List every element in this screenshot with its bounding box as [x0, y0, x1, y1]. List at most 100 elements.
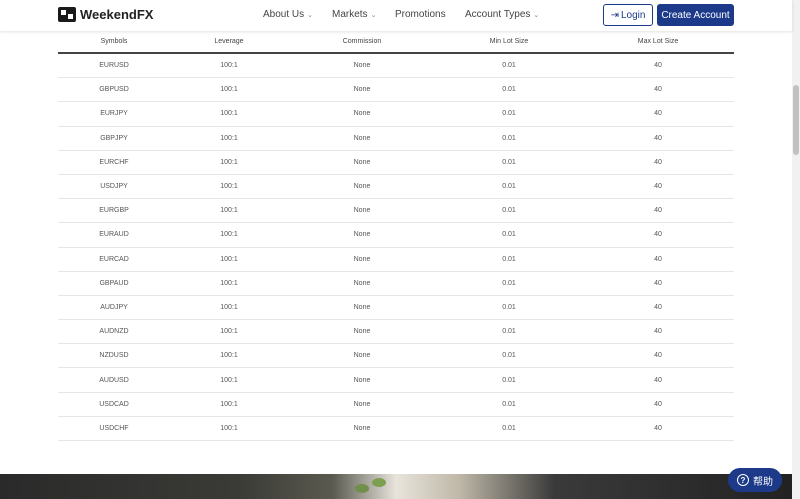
help-label: 帮助	[753, 476, 773, 488]
cell-min-lot: 0.01	[502, 183, 516, 191]
table-header: Symbols Leverage Commission Min Lot Size…	[58, 31, 734, 54]
cell-max-lot: 40	[654, 352, 662, 360]
cell-min-lot: 0.01	[502, 424, 516, 432]
cell-symbol: GBPAUD	[99, 279, 129, 287]
table-row: EURCHF 100:1 None 0.01 40	[58, 151, 734, 175]
cell-commission: None	[353, 352, 371, 360]
footer-background-image	[0, 474, 792, 499]
logo-icon	[58, 7, 76, 22]
leaf-shape	[372, 478, 386, 487]
table-row: NZDUSD 100:1 None 0.01 40	[58, 344, 734, 369]
cell-commission: None	[353, 158, 371, 166]
navbar: WeekendFX About Us ⌄ Markets ⌄ Promotion…	[0, 0, 792, 31]
table-row: EURJPY 100:1 None 0.01 40	[58, 102, 734, 127]
nav-label: Account Types	[465, 9, 531, 20]
cell-leverage: 100:1	[220, 303, 238, 311]
cell-commission: None	[353, 328, 371, 336]
cell-leverage: 100:1	[220, 158, 238, 166]
table-row: AUDNZD 100:1 None 0.01 40	[58, 320, 734, 345]
scrollbar[interactable]	[792, 0, 800, 499]
cell-max-lot: 40	[654, 62, 662, 70]
cell-leverage: 100:1	[220, 255, 238, 263]
cell-commission: None	[353, 255, 371, 263]
cell-min-lot: 0.01	[502, 231, 516, 239]
cell-min-lot: 0.01	[502, 158, 516, 166]
create-account-label: Create Account	[661, 9, 730, 21]
brand-logo[interactable]: WeekendFX	[58, 7, 153, 22]
cell-symbol: EURJPY	[100, 110, 128, 118]
nav-markets[interactable]: Markets ⌄	[332, 9, 376, 20]
brand-name: WeekendFX	[80, 7, 154, 22]
cell-min-lot: 0.01	[502, 110, 516, 118]
cell-max-lot: 40	[654, 328, 662, 336]
table-row: USDJPY 100:1 None 0.01 40	[58, 175, 734, 200]
cell-commission: None	[353, 134, 371, 142]
column-header-symbols: Symbols	[100, 38, 128, 45]
cell-min-lot: 0.01	[502, 279, 516, 287]
cell-leverage: 100:1	[220, 376, 238, 384]
question-icon: ?	[737, 474, 749, 486]
cell-commission: None	[353, 231, 371, 239]
column-header-leverage: Leverage	[214, 38, 244, 45]
cell-leverage: 100:1	[220, 279, 238, 287]
cell-max-lot: 40	[654, 134, 662, 142]
cell-commission: None	[353, 62, 371, 70]
cell-commission: None	[353, 376, 371, 384]
column-header-min-lot: Min Lot Size	[489, 38, 529, 45]
cell-symbol: AUDUSD	[99, 376, 129, 384]
scrollbar-thumb[interactable]	[793, 85, 799, 155]
cell-max-lot: 40	[654, 424, 662, 432]
cell-symbol: EURGBP	[99, 207, 129, 215]
cell-min-lot: 0.01	[502, 400, 516, 408]
nav-about-us[interactable]: About Us ⌄	[263, 9, 313, 20]
cell-symbol: GBPJPY	[100, 134, 128, 142]
cell-leverage: 100:1	[220, 110, 238, 118]
column-header-commission: Commission	[342, 38, 382, 45]
chevron-down-icon: ⌄	[533, 11, 540, 19]
sign-in-icon: ⇥	[610, 9, 619, 21]
cell-leverage: 100:1	[220, 400, 238, 408]
column-header-max-lot: Max Lot Size	[637, 38, 679, 45]
cell-min-lot: 0.01	[502, 62, 516, 70]
cell-commission: None	[353, 424, 371, 432]
cell-symbol: EURUSD	[99, 62, 129, 70]
login-button[interactable]: ⇥ Login	[603, 4, 653, 26]
cell-min-lot: 0.01	[502, 376, 516, 384]
cell-symbol: USDCHF	[99, 424, 129, 432]
cell-max-lot: 40	[654, 207, 662, 215]
table-row: EURAUD 100:1 None 0.01 40	[58, 223, 734, 248]
cell-leverage: 100:1	[220, 231, 238, 239]
cell-commission: None	[353, 207, 371, 215]
cell-symbol: AUDJPY	[100, 303, 128, 311]
cell-min-lot: 0.01	[502, 328, 516, 336]
table-body: EURUSD 100:1 None 0.01 40 GBPUSD 100:1 None 0.01…	[58, 54, 734, 441]
cell-commission: None	[353, 279, 371, 287]
cell-max-lot: 40	[654, 86, 662, 94]
table-row: EURCAD 100:1 None 0.01 40	[58, 248, 734, 272]
nav-promotions[interactable]: Promotions	[395, 9, 446, 20]
cell-leverage: 100:1	[220, 134, 238, 142]
cell-symbol: NZDUSD	[99, 352, 129, 360]
cell-min-lot: 0.01	[502, 255, 516, 263]
cell-commission: None	[353, 86, 371, 94]
cell-symbol: GBPUSD	[99, 86, 129, 94]
leaf-shape	[355, 484, 369, 493]
cell-commission: None	[353, 183, 371, 191]
cell-symbol: EURAUD	[99, 231, 129, 239]
cell-symbol: EURCHF	[99, 158, 129, 166]
help-button[interactable]: ? 帮助	[728, 468, 782, 492]
nav-label: About Us	[263, 9, 305, 20]
nav-account-types[interactable]: Account Types ⌄	[465, 9, 539, 20]
cell-symbol: USDCAD	[99, 400, 129, 408]
cell-min-lot: 0.01	[502, 207, 516, 215]
cell-max-lot: 40	[654, 158, 662, 166]
login-label: Login	[620, 9, 646, 21]
cell-min-lot: 0.01	[502, 352, 516, 360]
cell-max-lot: 40	[654, 279, 662, 287]
cell-max-lot: 40	[654, 255, 662, 263]
cell-symbol: EURCAD	[99, 255, 129, 263]
nav-label: Promotions	[395, 9, 446, 20]
table-row: USDCAD 100:1 None 0.01 40	[58, 393, 734, 417]
create-account-button[interactable]: Create Account	[657, 4, 734, 26]
table-row: EURGBP 100:1 None 0.01 40	[58, 199, 734, 224]
